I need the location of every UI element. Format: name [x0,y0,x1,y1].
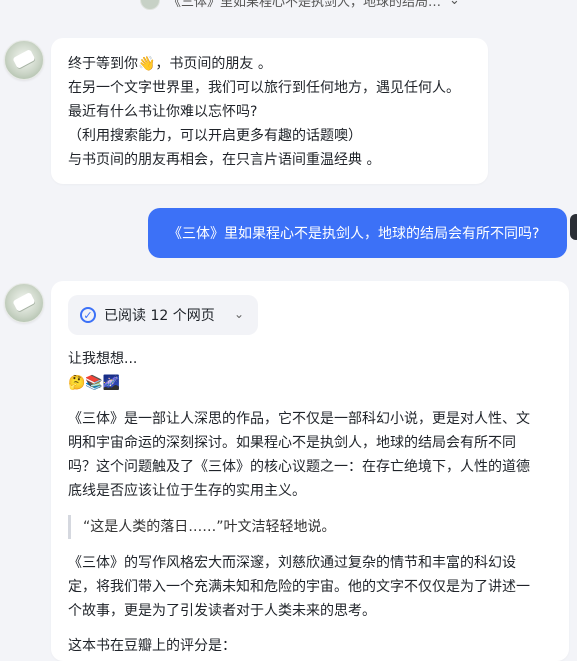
user-message: 《三体》里如果程心不是执剑人，地球的结局会有所不同吗? [148,208,567,258]
answer-paragraph-line: 吗？这个问题触及了《三体》的核心议题之一：在存亡绝境下，人性的道德 [68,459,530,475]
welcome-line: 在另一个文字世界里，我们可以旅行到任何地方，遇见任何人。 [68,80,460,96]
read-sources-button[interactable]: ✓ 已阅读 12 个网页 ⌄ [68,295,258,335]
answer-paragraph-line: 底线是否应该让位于生存的实用主义。 [68,483,306,499]
chevron-down-icon: ⌄ [233,307,244,321]
welcome-line: 与书页间的朋友再相会，在只言片语间重温经典 。 [68,152,381,168]
quote-block: “这是人类的落日……”叶文洁轻轻地说。 [68,515,336,539]
conversation-title-bar[interactable]: 《三体》里如果程心不是执剑人，地球的结局… ⌄ [140,0,460,10]
thinking-text: 让我想想... [68,351,138,367]
emoji-row: 🤔📚🌌 [68,375,121,391]
quote-text: “这是人类的落日……”叶文洁轻轻地说。 [83,519,336,535]
bot-avatar-small [140,0,160,10]
bot-avatar [4,40,44,80]
answer-paragraph-line: 个故事，更是为了引发读者对于人类未来的思考。 [68,603,376,619]
answer-paragraph-line: 《三体》的写作风格宏大而深邃，刘慈欣通过复杂的情节和丰富的科幻设 [68,555,516,571]
welcome-line: 最近有什么书让你难以忘怀吗? [68,104,258,120]
bot-avatar [4,283,44,323]
welcome-line: 终于等到你👋，书页间的朋友 。 [68,56,272,72]
chevron-down-icon: ⌄ [449,0,460,8]
welcome-message: 终于等到你👋，书页间的朋友 。 在另一个文字世界里，我们可以旅行到任何地方，遇见… [51,38,488,184]
welcome-line: （利用搜索能力，可以开启更多有趣的话题噢） [68,128,362,144]
answer-paragraph-line: 这本书在豆瓣上的评分是： [68,638,236,654]
user-avatar [570,214,577,240]
read-sources-label: 已阅读 12 个网页 [104,308,215,324]
conversation-title: 《三体》里如果程心不是执剑人，地球的结局… [168,0,442,10]
answer-paragraph-line: 《三体》是一部让人深思的作品，它不仅是一部科幻小说，更是对人性、文 [68,411,530,427]
user-message-text: 《三体》里如果程心不是执剑人，地球的结局会有所不同吗? [168,226,540,242]
answer-paragraph-line: 定，将我们带入一个充满未知和危险的宇宙。他的文字不仅仅是为了讲述一 [68,579,530,595]
check-circle-icon: ✓ [80,307,96,323]
answer-paragraph-line: 明和宇宙命运的深刻探讨。如果程心不是执剑人，地球的结局会有所不同 [68,435,516,451]
